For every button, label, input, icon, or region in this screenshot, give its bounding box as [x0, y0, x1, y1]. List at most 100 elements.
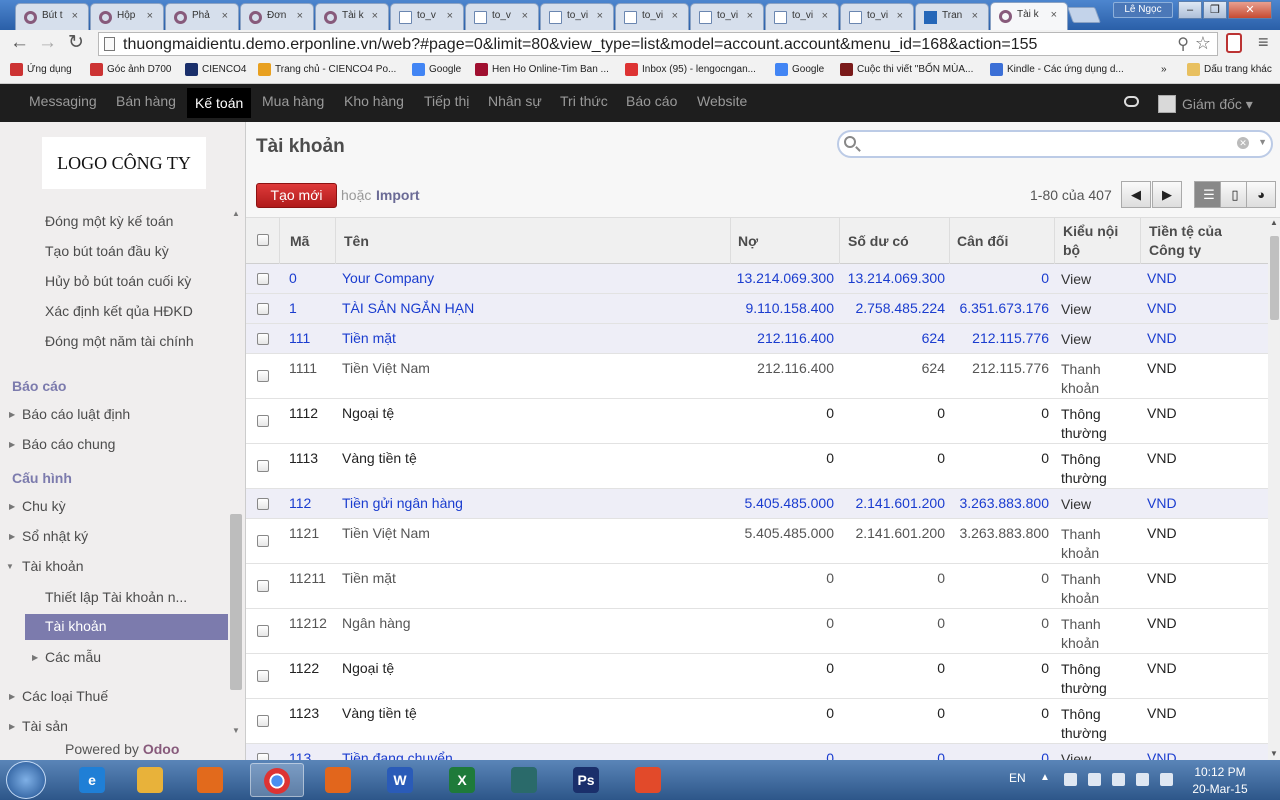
collapse-icon[interactable]: ▼: [6, 562, 14, 571]
bookmark-item[interactable]: Hen Ho Online-Tim Ban ...: [475, 63, 609, 76]
sync-icon[interactable]: [1088, 773, 1101, 786]
column-header-type[interactable]: Kiểu nội bộ: [1063, 222, 1127, 260]
topmenu-item[interactable]: Mua hàng: [262, 93, 324, 109]
clock-date[interactable]: 20-Mar-15: [1190, 782, 1250, 796]
odoo-brand[interactable]: Odoo: [143, 741, 180, 757]
cell-name[interactable]: Tiền Việt Nam: [342, 525, 430, 541]
row-checkbox[interactable]: [257, 580, 269, 592]
topmenu-item[interactable]: Kế toán: [187, 88, 252, 118]
expand-icon[interactable]: ▶: [32, 653, 38, 662]
taskbar-app[interactable]: [498, 763, 552, 797]
topmenu-item[interactable]: Báo cáo: [626, 93, 677, 109]
row-checkbox[interactable]: [257, 715, 269, 727]
chat-icon[interactable]: [1124, 96, 1139, 107]
table-row[interactable]: 1121 Tiền Việt Nam 5.405.485.000 2.141.601.…: [246, 519, 1268, 564]
taskbar-app[interactable]: [622, 763, 676, 797]
forward-icon[interactable]: →: [38, 33, 57, 53]
tray-expand-icon[interactable]: ▲: [1040, 772, 1050, 783]
bookmark-item[interactable]: Cuộc thi viết "BỐN MÙA...: [840, 63, 973, 76]
taskbar-app[interactable]: [124, 763, 178, 797]
close-tab-icon[interactable]: ×: [222, 10, 228, 22]
cell-code[interactable]: 1: [289, 300, 297, 316]
column-header-balance[interactable]: Cân đối: [957, 233, 1008, 249]
volume-icon[interactable]: [1160, 773, 1173, 786]
cell-name[interactable]: Ngoại tệ: [342, 660, 394, 676]
cell-code[interactable]: 1123: [289, 705, 319, 721]
sidebar-item-assets[interactable]: Tài sản: [22, 718, 68, 734]
pager-previous-button[interactable]: ◀: [1121, 181, 1151, 208]
sidebar-item-templates[interactable]: Các mẫu: [45, 649, 101, 665]
browser-tab[interactable]: to_v ×: [465, 3, 539, 30]
cell-code[interactable]: 1122: [289, 660, 319, 676]
create-button[interactable]: Tạo mới: [256, 183, 337, 208]
table-row[interactable]: 11212 Ngân hàng 0 0 0 Thanh khoản VND: [246, 609, 1268, 654]
new-tab-button[interactable]: [1067, 7, 1101, 23]
cell-code[interactable]: 0: [289, 270, 297, 286]
row-checkbox[interactable]: [257, 415, 269, 427]
pager-next-button[interactable]: ▶: [1152, 181, 1182, 208]
close-tab-icon[interactable]: ×: [522, 10, 528, 22]
menu-icon[interactable]: ≡: [1258, 32, 1269, 53]
start-button[interactable]: [6, 761, 46, 799]
search-input[interactable]: ✕ ▼: [837, 130, 1273, 158]
table-row[interactable]: 1122 Ngoại tệ 0 0 0 Thông thường VND: [246, 654, 1268, 699]
cell-code[interactable]: 112: [289, 495, 311, 511]
expand-icon[interactable]: ▶: [9, 692, 15, 701]
network-icon[interactable]: [1136, 773, 1149, 786]
sidebar-item-account-setup[interactable]: Thiết lập Tài khoản n...: [45, 589, 187, 605]
sidebar-item-legal-reports[interactable]: Báo cáo luật định: [22, 406, 130, 422]
column-header-debit[interactable]: Nợ: [738, 233, 758, 249]
scroll-up-icon[interactable]: ▲: [1270, 218, 1278, 227]
browser-tab[interactable]: to_vi ×: [840, 3, 914, 30]
language-indicator[interactable]: EN: [1009, 771, 1026, 785]
column-header-currency[interactable]: Tiền tệ của Công ty: [1149, 222, 1259, 260]
sidebar-scrollbar[interactable]: [230, 514, 242, 690]
extension-icon[interactable]: [1226, 33, 1242, 53]
close-tab-icon[interactable]: ×: [972, 10, 978, 22]
expand-icon[interactable]: ▶: [9, 532, 15, 541]
graph-view-button[interactable]: ◕: [1246, 181, 1276, 208]
cell-name[interactable]: Vàng tiền tệ: [342, 705, 417, 721]
import-link[interactable]: Import: [376, 187, 420, 203]
topmenu-item[interactable]: Tiếp thị: [424, 93, 469, 109]
row-checkbox[interactable]: [257, 498, 269, 510]
address-bar[interactable]: thuongmaidientu.demo.erponline.vn/web?#p…: [98, 32, 1218, 56]
bookmark-item[interactable]: Trang chủ - CIENCO4 Po...: [258, 63, 396, 76]
bookmark-item[interactable]: »: [1161, 64, 1167, 75]
close-tab-icon[interactable]: ×: [597, 10, 603, 22]
table-scrollbar[interactable]: ▲ ▼: [1268, 218, 1280, 760]
maximize-icon[interactable]: ❐: [1203, 1, 1227, 19]
browser-tab[interactable]: to_v ×: [390, 3, 464, 30]
close-tab-icon[interactable]: ×: [672, 10, 678, 22]
browser-tab[interactable]: Bút t ×: [15, 3, 89, 30]
taskbar-app[interactable]: e: [66, 763, 120, 797]
cell-name[interactable]: Ngoại tệ: [342, 405, 394, 421]
reload-icon[interactable]: ↻: [68, 33, 84, 53]
table-row[interactable]: 1112 Ngoại tệ 0 0 0 Thông thường VND: [246, 399, 1268, 444]
avatar[interactable]: [1158, 95, 1176, 113]
back-icon[interactable]: ←: [10, 33, 29, 53]
minimize-icon[interactable]: –: [1178, 1, 1202, 19]
cell-name[interactable]: Vàng tiền tệ: [342, 450, 417, 466]
column-header-credit[interactable]: Số dư có: [848, 233, 909, 249]
browser-tab[interactable]: to_vi ×: [765, 3, 839, 30]
row-checkbox[interactable]: [257, 303, 269, 315]
close-tab-icon[interactable]: ×: [747, 10, 753, 22]
select-all-checkbox[interactable]: [257, 234, 269, 246]
taskbar-app[interactable]: W: [374, 763, 428, 797]
device-icon[interactable]: [1112, 773, 1125, 786]
zoom-icon[interactable]: ⚲: [1177, 34, 1189, 54]
expand-icon[interactable]: ▶: [9, 440, 15, 449]
row-checkbox[interactable]: [257, 273, 269, 285]
sidebar-item-close-period[interactable]: Đóng một kỳ kế toán: [45, 213, 173, 229]
browser-tab[interactable]: Tran ×: [915, 3, 989, 30]
table-row[interactable]: 1 TÀI SẢN NGẮN HẠN 9.110.158.400 2.758.485.…: [246, 294, 1268, 324]
browser-tab[interactable]: to_vi ×: [690, 3, 764, 30]
browser-tab[interactable]: to_vi ×: [615, 3, 689, 30]
taskbar-app[interactable]: [184, 763, 238, 797]
sidebar-item-accounts-selected[interactable]: Tài khoản: [25, 614, 228, 640]
cell-code[interactable]: 1112: [289, 405, 318, 421]
cell-code[interactable]: 11211: [289, 570, 326, 586]
close-tab-icon[interactable]: ×: [822, 10, 828, 22]
cell-code[interactable]: 1113: [289, 450, 318, 466]
